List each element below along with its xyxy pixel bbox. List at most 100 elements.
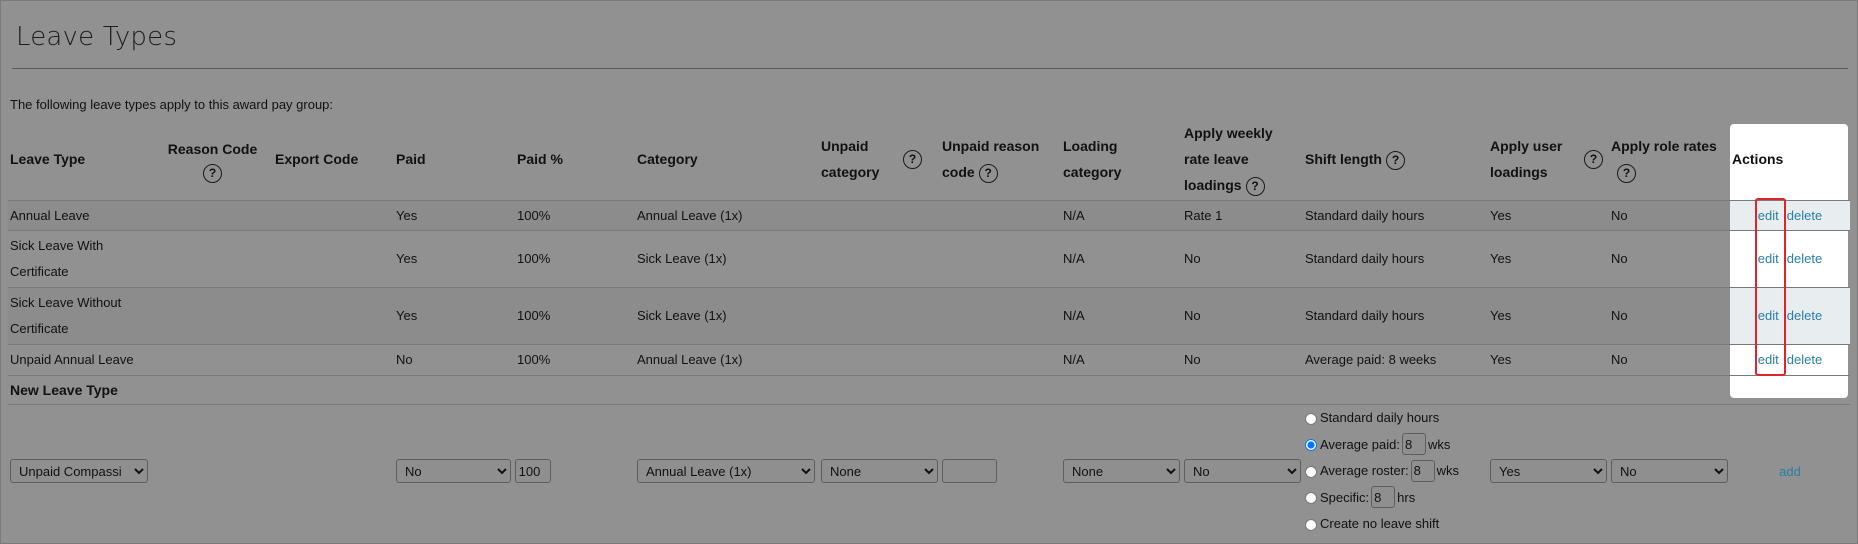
shift-option-average-roster[interactable]: Average roster: wks — [1305, 458, 1486, 485]
new-apply-user-loadings-cell: Yes — [1488, 405, 1609, 538]
apply-role-rates-help-icon[interactable]: ? — [1617, 163, 1636, 183]
paid-percent-input[interactable] — [514, 459, 551, 484]
header-paid-pct: Paid % — [517, 151, 563, 167]
apply-role-rates-select[interactable]: No — [1611, 459, 1728, 484]
header-apply-user-loadings-label: Apply user loadings — [1490, 138, 1563, 180]
cell-unpaid-reason-code — [940, 200, 1061, 231]
cell-shift-length: Average paid: 8 weeks — [1305, 352, 1437, 367]
cell-category: Annual Leave (1x) — [637, 352, 743, 367]
cell-actions: edit delete — [1730, 287, 1850, 345]
cell-reason-code — [152, 287, 273, 345]
header-leave-type: Leave Type — [10, 151, 86, 167]
cell-unpaid-category — [819, 287, 940, 345]
apply-weekly-select[interactable]: No — [1184, 459, 1301, 484]
cell-unpaid-reason-code — [940, 345, 1061, 376]
paid-select[interactable]: No — [396, 459, 511, 484]
shift-average-paid-radio[interactable] — [1305, 439, 1317, 452]
shift-average-roster-radio[interactable] — [1305, 465, 1317, 478]
apply-weekly-help-icon[interactable]: ? — [1245, 176, 1265, 196]
shift-option-none[interactable]: Create no leave shift — [1305, 511, 1486, 538]
cell-apply-weekly: No — [1184, 352, 1201, 367]
cell-actions: edit delete — [1730, 200, 1850, 231]
table-header-row: Leave Type Reason Code ? Export Code Pai… — [8, 118, 1850, 201]
reason-code-help-icon[interactable]: ? — [203, 163, 222, 183]
shift-none-radio[interactable] — [1305, 518, 1317, 531]
cell-paid-pct: 100% — [515, 287, 635, 345]
cell-apply-role-rates: No — [1609, 287, 1730, 345]
new-shift-length-cell: Standard daily hours Average paid: wks Av… — [1303, 405, 1488, 538]
shift-specific-radio[interactable] — [1305, 492, 1317, 505]
cell-apply-weekly: Rate 1 — [1182, 200, 1303, 231]
new-leave-type-title-spacer — [1730, 375, 1850, 405]
header-paid: Paid — [396, 151, 426, 167]
cell-paid-pct: 100% — [517, 352, 551, 367]
average-paid-unit: wks — [1428, 436, 1451, 452]
header-apply-role-rates: Apply role rates ? — [1609, 118, 1730, 201]
shift-standard-radio[interactable] — [1305, 412, 1317, 425]
unpaid-reason-code-input[interactable] — [942, 459, 997, 484]
shift-option-standard[interactable]: Standard daily hours — [1305, 405, 1486, 432]
cell-apply-user-loadings: Yes — [1488, 200, 1609, 231]
cell-apply-user-loadings: Yes — [1490, 352, 1512, 367]
cell-paid: Yes — [394, 287, 515, 345]
average-roster-weeks-input[interactable] — [1410, 459, 1435, 482]
cell-loading-category: N/A — [1061, 200, 1182, 231]
shift-standard-label: Standard daily hours — [1320, 410, 1440, 425]
new-leave-type-header-row: New Leave Type — [8, 375, 1850, 405]
shift-option-average-paid[interactable]: Average paid: wks — [1305, 432, 1486, 459]
cell-export-code — [273, 200, 394, 231]
header-category: Category — [637, 151, 698, 167]
cell-leave-type: Annual Leave — [8, 200, 152, 231]
unpaid-category-help-icon[interactable]: ? — [903, 149, 922, 169]
header-apply-role-rates-label: Apply role rates — [1611, 138, 1717, 154]
new-leave-type-cell: Unpaid Compassi — [8, 405, 394, 538]
new-leave-type-title: New Leave Type — [8, 375, 1730, 405]
average-paid-weeks-input[interactable] — [1402, 433, 1426, 455]
table-row: Sick Leave Without Certificate Yes 100% … — [8, 287, 1850, 345]
new-leave-type-form-row: Unpaid Compassi No Annual Leave (1x) Non… — [8, 405, 1850, 538]
delete-link[interactable]: delete — [1787, 308, 1822, 323]
leave-type-select[interactable]: Unpaid Compassi — [10, 459, 148, 484]
cell-leave-type: Unpaid Annual Leave — [10, 352, 134, 367]
apply-user-loadings-help-icon[interactable]: ? — [1584, 149, 1603, 169]
cell-export-code — [273, 345, 394, 376]
cell-category: Sick Leave (1x) — [637, 251, 727, 266]
new-unpaid-reason-code-cell — [940, 405, 1061, 538]
cell-unpaid-category — [819, 200, 940, 231]
cell-apply-weekly: No — [1182, 287, 1303, 345]
cell-loading-category: N/A — [1061, 287, 1182, 345]
header-unpaid-category-label: Unpaid category — [821, 138, 880, 180]
cell-shift-length: Standard daily hours — [1305, 251, 1425, 266]
loading-category-select[interactable]: None — [1063, 459, 1180, 484]
new-apply-role-rates-cell: No — [1609, 405, 1730, 538]
add-link[interactable]: add — [1779, 464, 1801, 479]
cell-shift-length: Standard daily hours — [1303, 200, 1488, 231]
delete-link[interactable]: delete — [1787, 352, 1822, 367]
new-apply-weekly-cell: No — [1182, 405, 1303, 538]
apply-user-loadings-select[interactable]: Yes — [1490, 459, 1607, 484]
header-reason-code: Reason Code ? — [152, 118, 273, 201]
delete-link[interactable]: delete — [1787, 251, 1822, 266]
cell-apply-user-loadings: Yes — [1488, 287, 1609, 345]
category-select[interactable]: Annual Leave (1x) — [637, 459, 815, 484]
new-add-cell: add — [1730, 405, 1850, 538]
shift-length-help-icon[interactable]: ? — [1386, 150, 1405, 170]
cell-paid-pct: 100% — [517, 251, 551, 266]
cell-unpaid-reason-code — [940, 287, 1061, 345]
header-reason-code-label: Reason Code — [167, 140, 258, 157]
cell-category: Sick Leave (1x) — [635, 287, 819, 345]
average-roster-unit: wks — [1436, 463, 1460, 478]
shift-option-specific[interactable]: Specific: hrs — [1305, 485, 1486, 512]
cell-reason-code — [152, 200, 273, 231]
header-loading-category-label: Loading category — [1063, 138, 1122, 180]
cell-leave-type: Sick Leave With Certificate — [10, 238, 104, 279]
cell-paid: Yes — [396, 251, 418, 266]
cell-unpaid-category — [819, 345, 940, 376]
specific-hours-input[interactable] — [1371, 486, 1396, 508]
unpaid-reason-code-help-icon[interactable]: ? — [978, 163, 998, 183]
cell-apply-role-rates: No — [1611, 352, 1628, 367]
shift-average-paid-label: Average paid: — [1320, 436, 1400, 452]
delete-link[interactable]: delete — [1787, 208, 1822, 223]
unpaid-category-select[interactable]: None — [821, 459, 938, 484]
cell-loading-category: N/A — [1063, 251, 1085, 266]
